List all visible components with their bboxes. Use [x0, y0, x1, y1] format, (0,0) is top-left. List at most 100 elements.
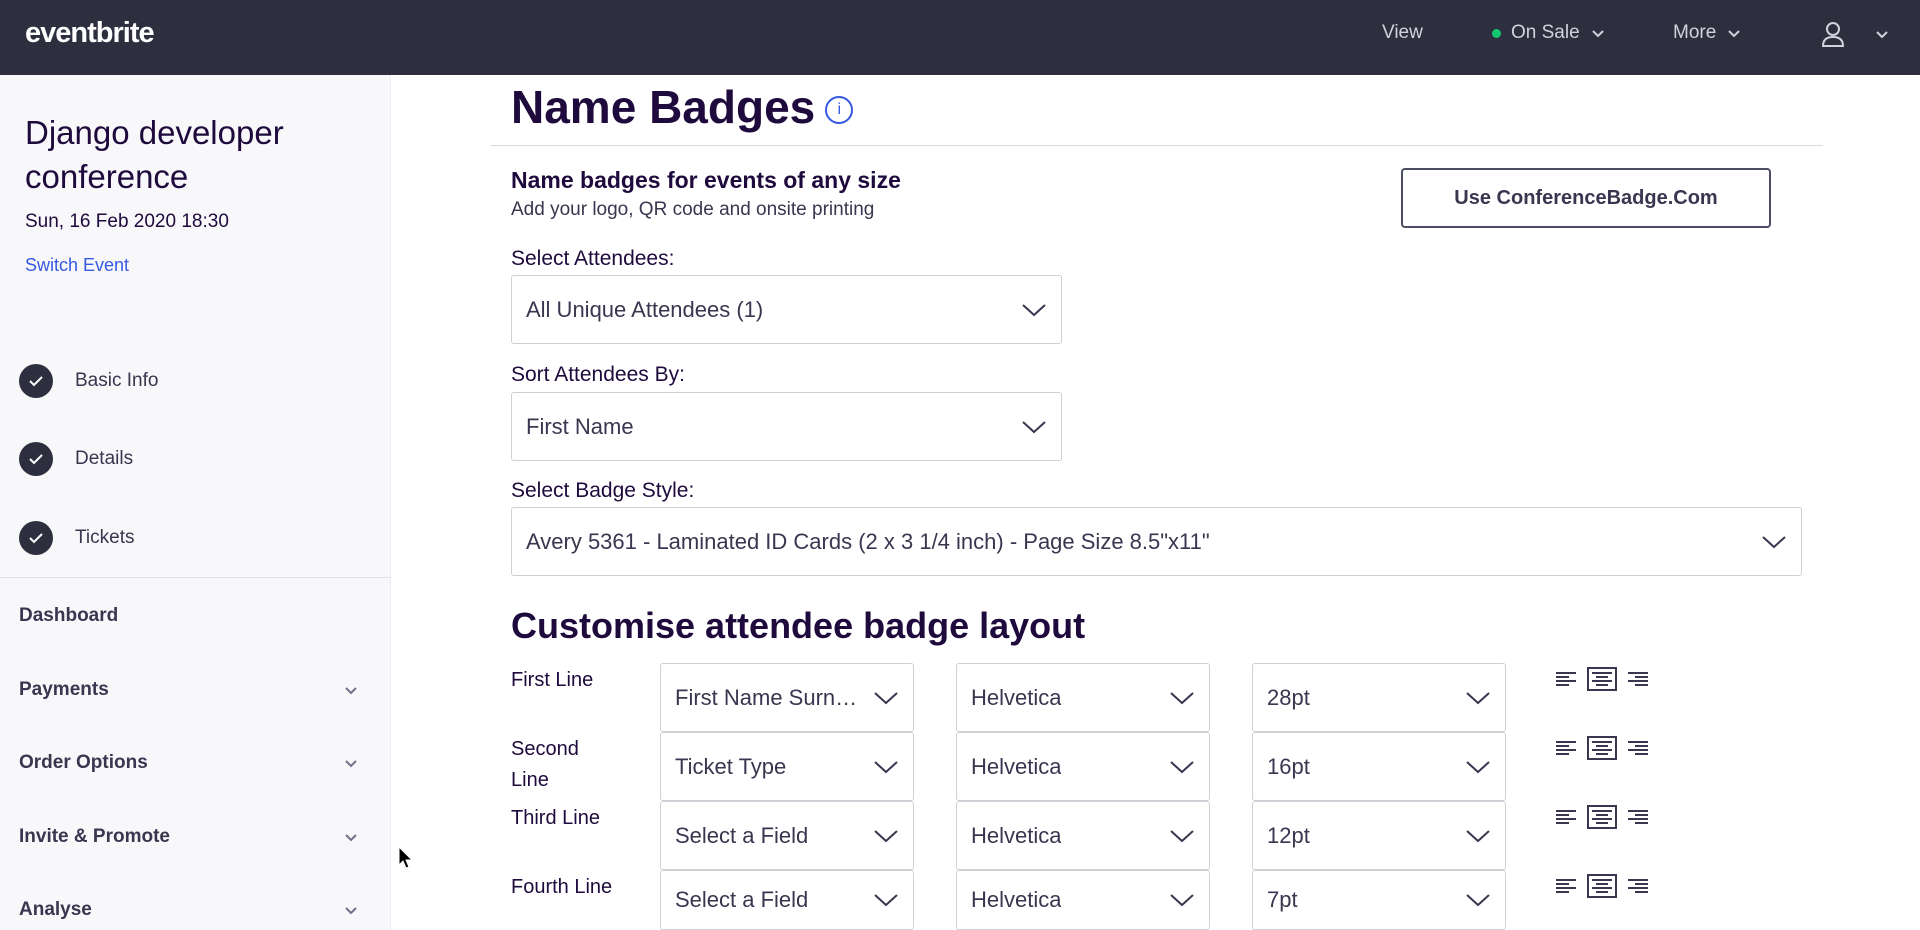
sidebar-item-analyse[interactable]: Analyse	[19, 899, 359, 921]
step-basic-info[interactable]: Basic Info	[19, 364, 158, 398]
step-details[interactable]: Details	[19, 442, 133, 476]
user-icon	[1821, 22, 1845, 47]
status-dot-icon	[1492, 28, 1501, 38]
select-value: Ticket Type	[675, 753, 787, 779]
first-line-label: First Line	[511, 669, 594, 691]
chevron-down-icon	[1466, 691, 1490, 704]
second-line-size-dropdown[interactable]: 16pt	[1252, 732, 1506, 801]
chevron-down-icon	[1591, 30, 1604, 38]
main-content: Name Badges i Name badges for events of …	[391, 75, 1920, 930]
third-line-field-dropdown[interactable]: Select a Field	[660, 801, 914, 870]
fourth-line-font-dropdown[interactable]: Helvetica	[956, 870, 1210, 930]
sort-attendees-dropdown[interactable]: First Name	[511, 392, 1062, 461]
select-value: First Name	[526, 413, 634, 439]
sidebar-item-label: Dashboard	[19, 605, 119, 626]
chevron-down-icon	[874, 691, 898, 704]
view-link[interactable]: View	[1382, 22, 1423, 44]
chevron-down-icon	[1466, 894, 1490, 907]
first-line-alignment	[1551, 667, 1653, 691]
align-left-icon[interactable]	[1551, 736, 1581, 760]
fourth-line-size-dropdown[interactable]: 7pt	[1252, 870, 1506, 930]
chevron-down-icon	[1466, 829, 1490, 842]
badge-style-label: Select Badge Style:	[511, 479, 695, 502]
third-line-alignment	[1551, 805, 1653, 829]
sidebar-item-label: Order Options	[19, 752, 148, 773]
title-divider	[491, 145, 1823, 146]
conference-badge-button[interactable]: Use ConferenceBadge.Com	[1401, 168, 1771, 228]
select-attendees-label: Select Attendees:	[511, 247, 675, 270]
step-label: Details	[75, 448, 134, 469]
eventbrite-logo[interactable]: eventbrite	[25, 17, 155, 50]
select-attendees-dropdown[interactable]: All Unique Attendees (1)	[511, 275, 1062, 344]
sidebar: Django developer conference Sun, 16 Feb …	[0, 75, 391, 930]
chevron-down-icon	[345, 687, 357, 695]
mouse-cursor-icon	[398, 846, 414, 869]
fourth-line-label: Fourth Line	[511, 876, 613, 898]
third-line-font-dropdown[interactable]: Helvetica	[956, 801, 1210, 870]
sidebar-item-invite-promote[interactable]: Invite & Promote	[19, 826, 359, 848]
align-center-icon[interactable]	[1587, 667, 1617, 691]
select-value: Avery 5361 - Laminated ID Cards (2 x 3 1…	[526, 528, 1210, 554]
sidebar-item-order-options[interactable]: Order Options	[19, 752, 359, 774]
sidebar-divider	[0, 577, 391, 578]
fourth-line-field-dropdown[interactable]: Select a Field	[660, 870, 914, 930]
event-title: Django developer conference	[25, 114, 284, 195]
account-menu[interactable]	[1820, 20, 1890, 48]
align-center-icon[interactable]	[1587, 736, 1617, 760]
view-label: View	[1382, 22, 1423, 43]
event-date: Sun, 16 Feb 2020 18:30	[25, 211, 229, 232]
select-value: All Unique Attendees (1)	[526, 296, 764, 322]
top-navigation-bar: eventbrite View On Sale More	[0, 0, 1920, 75]
align-left-icon[interactable]	[1551, 667, 1581, 691]
align-right-icon[interactable]	[1623, 736, 1653, 760]
chevron-down-icon	[1170, 894, 1194, 907]
sidebar-item-label: Payments	[19, 679, 109, 700]
align-left-icon[interactable]	[1551, 805, 1581, 829]
page-title-text: Name Badges	[511, 81, 816, 133]
check-icon	[19, 364, 53, 398]
more-label: More	[1673, 22, 1717, 43]
chevron-down-icon	[345, 834, 357, 842]
select-value: Helvetica	[971, 753, 1062, 779]
more-dropdown[interactable]: More	[1673, 22, 1742, 44]
first-line-font-dropdown[interactable]: Helvetica	[956, 663, 1210, 732]
align-left-icon[interactable]	[1551, 874, 1581, 898]
sort-attendees-label: Sort Attendees By:	[511, 363, 685, 386]
select-value: First Name Surname	[675, 684, 865, 710]
align-center-icon[interactable]	[1587, 805, 1617, 829]
step-label: Tickets	[75, 527, 135, 548]
info-icon[interactable]: i	[825, 96, 854, 124]
second-line-field-dropdown[interactable]: Ticket Type	[660, 732, 914, 801]
select-value: Select a Field	[675, 887, 809, 912]
first-line-size-dropdown[interactable]: 28pt	[1252, 663, 1506, 732]
status-dropdown[interactable]: On Sale	[1492, 22, 1606, 44]
step-label: Basic Info	[75, 370, 159, 391]
check-icon	[19, 521, 53, 555]
second-line-font-dropdown[interactable]: Helvetica	[956, 732, 1210, 801]
chevron-down-icon	[874, 894, 898, 907]
chevron-down-icon	[345, 907, 357, 915]
promo-title: Name badges for events of any size	[511, 167, 901, 193]
select-value: 16pt	[1267, 753, 1310, 779]
align-right-icon[interactable]	[1623, 805, 1653, 829]
select-value: 12pt	[1267, 822, 1310, 848]
page-title: Name Badges i	[511, 80, 854, 134]
chevron-down-icon	[1876, 31, 1888, 39]
switch-event-link[interactable]: Switch Event	[25, 255, 129, 276]
align-right-icon[interactable]	[1623, 874, 1653, 898]
chevron-down-icon	[1466, 760, 1490, 773]
chevron-down-icon	[1170, 760, 1194, 773]
align-center-icon[interactable]	[1587, 874, 1617, 898]
third-line-label: Third Line	[511, 807, 600, 829]
chevron-down-icon	[1170, 691, 1194, 704]
step-tickets[interactable]: Tickets	[19, 521, 134, 555]
sidebar-item-dashboard[interactable]: Dashboard	[19, 605, 359, 627]
align-right-icon[interactable]	[1623, 667, 1653, 691]
select-value: Helvetica	[971, 887, 1062, 912]
fourth-line-alignment	[1551, 874, 1653, 898]
badge-style-dropdown[interactable]: Avery 5361 - Laminated ID Cards (2 x 3 1…	[511, 507, 1802, 576]
sidebar-item-payments[interactable]: Payments	[19, 679, 359, 701]
first-line-field-dropdown[interactable]: First Name Surname	[660, 663, 914, 732]
third-line-size-dropdown[interactable]: 12pt	[1252, 801, 1506, 870]
sidebar-item-label: Invite & Promote	[19, 826, 170, 847]
